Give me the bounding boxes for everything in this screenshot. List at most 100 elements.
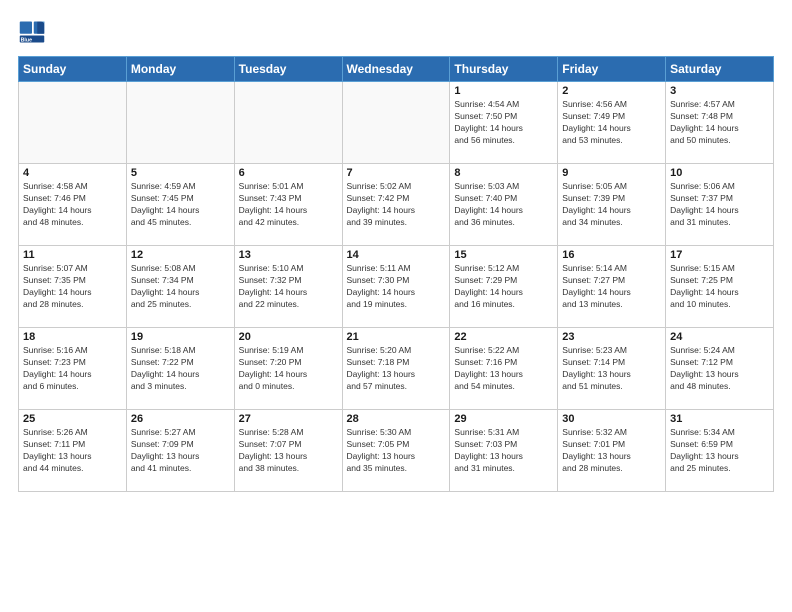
day-info: Sunrise: 4:56 AM Sunset: 7:49 PM Dayligh… — [562, 99, 661, 147]
day-number: 30 — [562, 413, 661, 425]
day-info: Sunrise: 5:14 AM Sunset: 7:27 PM Dayligh… — [562, 263, 661, 311]
day-info: Sunrise: 5:22 AM Sunset: 7:16 PM Dayligh… — [454, 345, 553, 393]
calendar-cell: 20 Sunrise: 5:19 AM Sunset: 7:20 PM Dayli… — [234, 328, 342, 410]
day-number: 9 — [562, 167, 661, 179]
svg-text:Blue: Blue — [21, 38, 32, 44]
logo-icon: Blue — [18, 18, 46, 46]
calendar-cell: 30Sunrise: 5:32 AM Sunset: 7:01 PM Dayli… — [558, 410, 666, 492]
calendar-cell: 25Sunrise: 5:26 AM Sunset: 7:11 PM Dayli… — [19, 410, 127, 492]
day-number: 2 — [562, 85, 661, 97]
weekday-header-monday: Monday — [126, 57, 234, 82]
calendar-cell — [234, 82, 342, 164]
calendar-cell: 27 Sunrise: 5:28 AM Sunset: 7:07 PM Dayli… — [234, 410, 342, 492]
day-info: Sunrise: 5:07 AM Sunset: 7:35 PM Dayligh… — [23, 263, 122, 311]
day-info: Sunrise: 5:28 AM Sunset: 7:07 PM Dayligh… — [239, 427, 338, 475]
day-info: Sunrise: 5:11 AM Sunset: 7:30 PM Dayligh… — [347, 263, 446, 311]
day-info: Sunrise: 5:30 AM Sunset: 7:05 PM Dayligh… — [347, 427, 446, 475]
calendar-cell: 29 Sunrise: 5:31 AM Sunset: 7:03 PM Dayli… — [450, 410, 558, 492]
day-info: Sunrise: 5:12 AM Sunset: 7:29 PM Dayligh… — [454, 263, 553, 311]
day-number: 7 — [347, 167, 446, 179]
day-info: Sunrise: 5:18 AM Sunset: 7:22 PM Dayligh… — [131, 345, 230, 393]
calendar-cell: 15Sunrise: 5:12 AM Sunset: 7:29 PM Dayli… — [450, 246, 558, 328]
day-info: Sunrise: 5:31 AM Sunset: 7:03 PM Dayligh… — [454, 427, 553, 475]
calendar-cell: 31Sunrise: 5:34 AM Sunset: 6:59 PM Dayli… — [666, 410, 774, 492]
day-info: Sunrise: 5:08 AM Sunset: 7:34 PM Dayligh… — [131, 263, 230, 311]
calendar-cell: 10 Sunrise: 5:06 AM Sunset: 7:37 PM Dayli… — [666, 164, 774, 246]
day-info: Sunrise: 5:34 AM Sunset: 6:59 PM Dayligh… — [670, 427, 769, 475]
day-number: 10 — [670, 167, 769, 179]
calendar-cell: 21 Sunrise: 5:20 AM Sunset: 7:18 PM Dayli… — [342, 328, 450, 410]
calendar-cell: 8Sunrise: 5:03 AM Sunset: 7:40 PM Daylig… — [450, 164, 558, 246]
day-number: 21 — [347, 331, 446, 343]
calendar-cell — [342, 82, 450, 164]
calendar-cell: 23 Sunrise: 5:23 AM Sunset: 7:14 PM Dayli… — [558, 328, 666, 410]
day-number: 18 — [23, 331, 122, 343]
day-info: Sunrise: 5:16 AM Sunset: 7:23 PM Dayligh… — [23, 345, 122, 393]
day-number: 26 — [131, 413, 230, 425]
day-number: 27 — [239, 413, 338, 425]
day-number: 29 — [454, 413, 553, 425]
calendar-cell: 19 Sunrise: 5:18 AM Sunset: 7:22 PM Dayli… — [126, 328, 234, 410]
weekday-header-friday: Friday — [558, 57, 666, 82]
calendar-cell: 9 Sunrise: 5:05 AM Sunset: 7:39 PM Daylig… — [558, 164, 666, 246]
weekday-header-saturday: Saturday — [666, 57, 774, 82]
calendar-cell: 1Sunrise: 4:54 AM Sunset: 7:50 PM Daylig… — [450, 82, 558, 164]
weekday-header-tuesday: Tuesday — [234, 57, 342, 82]
calendar-cell — [126, 82, 234, 164]
week-row-5: 25Sunrise: 5:26 AM Sunset: 7:11 PM Dayli… — [19, 410, 774, 492]
day-info: Sunrise: 4:57 AM Sunset: 7:48 PM Dayligh… — [670, 99, 769, 147]
day-number: 3 — [670, 85, 769, 97]
week-row-4: 18 Sunrise: 5:16 AM Sunset: 7:23 PM Dayli… — [19, 328, 774, 410]
calendar-cell — [19, 82, 127, 164]
day-number: 20 — [239, 331, 338, 343]
calendar-cell: 24 Sunrise: 5:24 AM Sunset: 7:12 PM Dayli… — [666, 328, 774, 410]
day-info: Sunrise: 5:24 AM Sunset: 7:12 PM Dayligh… — [670, 345, 769, 393]
week-row-2: 4Sunrise: 4:58 AM Sunset: 7:46 PM Daylig… — [19, 164, 774, 246]
calendar-cell: 28 Sunrise: 5:30 AM Sunset: 7:05 PM Dayli… — [342, 410, 450, 492]
day-number: 24 — [670, 331, 769, 343]
day-number: 23 — [562, 331, 661, 343]
day-info: Sunrise: 4:59 AM Sunset: 7:45 PM Dayligh… — [131, 181, 230, 229]
day-number: 16 — [562, 249, 661, 261]
page: Blue SundayMondayTuesdayWednesdayThursda… — [0, 0, 792, 502]
weekday-header-thursday: Thursday — [450, 57, 558, 82]
day-info: Sunrise: 5:01 AM Sunset: 7:43 PM Dayligh… — [239, 181, 338, 229]
calendar-cell: 12 Sunrise: 5:08 AM Sunset: 7:34 PM Dayli… — [126, 246, 234, 328]
day-info: Sunrise: 4:54 AM Sunset: 7:50 PM Dayligh… — [454, 99, 553, 147]
calendar-cell: 16 Sunrise: 5:14 AM Sunset: 7:27 PM Dayli… — [558, 246, 666, 328]
day-number: 28 — [347, 413, 446, 425]
day-number: 19 — [131, 331, 230, 343]
day-info: Sunrise: 5:02 AM Sunset: 7:42 PM Dayligh… — [347, 181, 446, 229]
header: Blue — [18, 18, 774, 46]
calendar-cell: 6 Sunrise: 5:01 AM Sunset: 7:43 PM Daylig… — [234, 164, 342, 246]
day-info: Sunrise: 5:20 AM Sunset: 7:18 PM Dayligh… — [347, 345, 446, 393]
calendar-cell: 22Sunrise: 5:22 AM Sunset: 7:16 PM Dayli… — [450, 328, 558, 410]
weekday-header-sunday: Sunday — [19, 57, 127, 82]
day-info: Sunrise: 5:06 AM Sunset: 7:37 PM Dayligh… — [670, 181, 769, 229]
day-number: 8 — [454, 167, 553, 179]
day-number: 4 — [23, 167, 122, 179]
day-number: 12 — [131, 249, 230, 261]
calendar-cell: 4Sunrise: 4:58 AM Sunset: 7:46 PM Daylig… — [19, 164, 127, 246]
weekday-header-row: SundayMondayTuesdayWednesdayThursdayFrid… — [19, 57, 774, 82]
day-info: Sunrise: 5:05 AM Sunset: 7:39 PM Dayligh… — [562, 181, 661, 229]
day-number: 5 — [131, 167, 230, 179]
day-number: 6 — [239, 167, 338, 179]
calendar-cell: 2 Sunrise: 4:56 AM Sunset: 7:49 PM Daylig… — [558, 82, 666, 164]
day-number: 13 — [239, 249, 338, 261]
day-number: 25 — [23, 413, 122, 425]
week-row-3: 11 Sunrise: 5:07 AM Sunset: 7:35 PM Dayli… — [19, 246, 774, 328]
week-row-1: 1Sunrise: 4:54 AM Sunset: 7:50 PM Daylig… — [19, 82, 774, 164]
calendar-cell: 3 Sunrise: 4:57 AM Sunset: 7:48 PM Daylig… — [666, 82, 774, 164]
calendar-cell: 17Sunrise: 5:15 AM Sunset: 7:25 PM Dayli… — [666, 246, 774, 328]
calendar-cell: 14 Sunrise: 5:11 AM Sunset: 7:30 PM Dayli… — [342, 246, 450, 328]
calendar-cell: 26Sunrise: 5:27 AM Sunset: 7:09 PM Dayli… — [126, 410, 234, 492]
logo: Blue — [18, 18, 50, 46]
day-info: Sunrise: 5:23 AM Sunset: 7:14 PM Dayligh… — [562, 345, 661, 393]
calendar-cell: 5 Sunrise: 4:59 AM Sunset: 7:45 PM Daylig… — [126, 164, 234, 246]
day-number: 14 — [347, 249, 446, 261]
day-info: Sunrise: 5:19 AM Sunset: 7:20 PM Dayligh… — [239, 345, 338, 393]
weekday-header-wednesday: Wednesday — [342, 57, 450, 82]
day-number: 11 — [23, 249, 122, 261]
day-info: Sunrise: 5:10 AM Sunset: 7:32 PM Dayligh… — [239, 263, 338, 311]
